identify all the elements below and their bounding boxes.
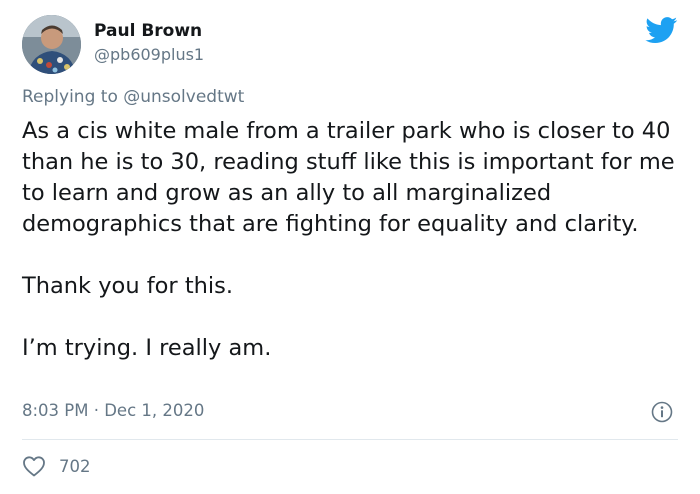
tweet-timestamp[interactable]: 8:03 PM · Dec 1, 2020 bbox=[22, 401, 204, 420]
tweet-paragraph: I’m trying. I really am. bbox=[22, 335, 272, 361]
reply-mention-link[interactable]: @unsolvedtwt bbox=[123, 87, 244, 107]
tweet-card: Paul Brown @pb609plus1 Replying to @unso… bbox=[0, 0, 700, 494]
replying-to-label: Replying to bbox=[22, 87, 124, 107]
tweet-paragraph: Thank you for this. bbox=[22, 273, 234, 299]
tweet-paragraph: As a cis white male from a trailer park … bbox=[22, 118, 675, 237]
user-handle[interactable]: @pb609plus1 bbox=[94, 45, 204, 64]
info-icon[interactable] bbox=[651, 401, 673, 423]
avatar[interactable] bbox=[22, 15, 81, 74]
like-count: 702 bbox=[59, 456, 91, 476]
replying-to: Replying to @unsolvedtwt bbox=[22, 87, 244, 107]
like-button[interactable]: 702 bbox=[22, 454, 91, 478]
heart-icon bbox=[23, 456, 45, 477]
divider bbox=[22, 439, 678, 440]
twitter-bird-icon[interactable] bbox=[645, 17, 678, 44]
display-name[interactable]: Paul Brown bbox=[94, 21, 202, 41]
tweet-text: As a cis white male from a trailer park … bbox=[22, 116, 682, 364]
avatar-photo bbox=[22, 15, 81, 74]
